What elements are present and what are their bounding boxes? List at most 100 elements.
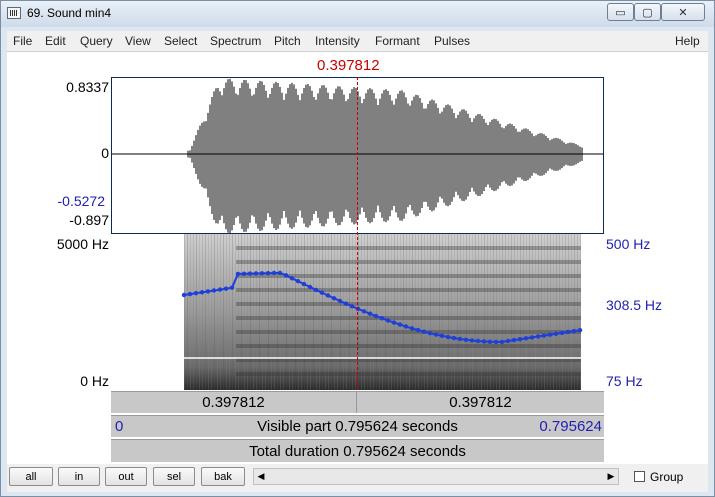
spectrogram-stripe xyxy=(349,234,350,390)
menu-edit[interactable]: Edit xyxy=(45,34,66,48)
spectrogram-stripe xyxy=(577,234,578,390)
sound-editor-window: 69. Sound min4 ▭ ▢ ✕ File Edit Query Vie… xyxy=(0,0,715,497)
pitch-point xyxy=(241,271,247,276)
time-scrollbar[interactable]: ◀ ▶ xyxy=(253,468,619,485)
spectrogram-stripe xyxy=(526,234,527,390)
spectrogram-stripe xyxy=(292,234,293,390)
spectrogram-stripe xyxy=(580,234,581,390)
menu-pulses[interactable]: Pulses xyxy=(434,34,470,48)
spectrogram-stripe xyxy=(259,234,260,390)
spectrogram-stripe xyxy=(352,234,353,390)
formant-band xyxy=(236,372,581,376)
pitch-point xyxy=(559,330,565,336)
menu-select[interactable]: Select xyxy=(164,34,197,48)
total-duration-label: Total duration 0.795624 seconds xyxy=(249,442,466,460)
selection-time-bar[interactable]: 0.397812 0.397812 xyxy=(111,391,604,413)
visible-start-value: 0 xyxy=(115,418,124,435)
spectrogram-stripe xyxy=(358,234,359,390)
visible-part-bar[interactable]: 0 Visible part 0.795624 seconds 0.795624 xyxy=(111,415,604,437)
spectrogram-stripe xyxy=(277,234,278,390)
spectrogram-stripe xyxy=(232,234,233,390)
pitch-point xyxy=(349,304,355,309)
pitch-point xyxy=(421,329,427,334)
total-duration-bar[interactable]: Total duration 0.795624 seconds xyxy=(111,439,604,462)
spectrogram-stripe xyxy=(448,234,449,390)
pitch-point xyxy=(523,336,529,341)
pitch-point xyxy=(211,288,217,293)
pitch-max-label: 500 Hz xyxy=(606,236,651,252)
pitch-point xyxy=(367,311,373,316)
spectrogram-stripe xyxy=(421,234,422,390)
spectrogram-stripe xyxy=(529,234,530,390)
spectrogram-stripe xyxy=(253,234,254,390)
menu-query[interactable]: Query xyxy=(80,34,113,48)
spectrogram-stripe xyxy=(445,234,446,390)
spectrogram-stripe xyxy=(331,234,332,390)
pitch-point xyxy=(499,339,505,345)
menu-view[interactable]: View xyxy=(125,34,151,48)
spectrogram-stripe xyxy=(565,234,566,390)
spectrogram-stripe xyxy=(322,234,323,390)
zoom-in-button[interactable]: in xyxy=(58,467,100,486)
pitch-point xyxy=(565,329,571,335)
formant-band xyxy=(236,260,581,264)
spectrogram-stripe xyxy=(244,234,245,390)
formant-band xyxy=(236,344,581,348)
zoom-all-button[interactable]: all xyxy=(9,467,53,486)
spectrogram-stripe xyxy=(454,234,455,390)
spectrogram-stripe xyxy=(460,234,461,390)
spectrogram-stripe xyxy=(265,234,266,390)
menu-file[interactable]: File xyxy=(13,34,32,48)
zoom-back-button[interactable]: bak xyxy=(201,467,245,486)
pitch-point xyxy=(391,320,397,325)
spectrogram-stripe xyxy=(241,234,242,390)
menu-help[interactable]: Help xyxy=(675,34,700,48)
group-checkbox[interactable] xyxy=(634,471,645,482)
pitch-point xyxy=(289,276,295,281)
time-left-cell[interactable]: 0.397812 xyxy=(111,392,357,413)
spectrogram-stripe xyxy=(334,234,335,390)
scroll-left-icon[interactable]: ◀ xyxy=(254,469,268,484)
menu-intensity[interactable]: Intensity xyxy=(315,34,360,48)
spectrogram-stripe xyxy=(214,234,215,390)
spectrogram-stripe xyxy=(475,234,476,390)
pitch-point xyxy=(343,301,349,306)
spectrogram-stripe xyxy=(505,234,506,390)
spectrogram-stripe xyxy=(226,234,227,390)
spectrogram-stripe xyxy=(307,234,308,390)
spectrogram-stripe xyxy=(559,234,560,390)
waveform-max-label: 0.8337 xyxy=(66,79,109,95)
minimize-button[interactable]: ▭ xyxy=(607,3,634,21)
menu-spectrum[interactable]: Spectrum xyxy=(210,34,261,48)
spectrogram-stripe xyxy=(382,234,383,390)
pitch-point xyxy=(493,339,499,345)
pitch-point xyxy=(577,328,583,333)
menu-formant[interactable]: Formant xyxy=(375,34,420,48)
spectrogram-stripe xyxy=(412,234,413,390)
scroll-right-icon[interactable]: ▶ xyxy=(604,469,618,484)
spectrogram-stripe xyxy=(418,234,419,390)
zoom-selection-button[interactable]: sel xyxy=(153,467,195,486)
spectrogram-stripe xyxy=(355,234,356,390)
pitch-point xyxy=(187,291,193,297)
pitch-point xyxy=(181,292,187,298)
pitch-point xyxy=(229,285,235,290)
pitch-point xyxy=(469,338,475,343)
spectrogram-stripe xyxy=(229,234,230,390)
spectrogram-stripe xyxy=(316,234,317,390)
zoom-out-button[interactable]: out xyxy=(105,467,147,486)
close-button[interactable]: ✕ xyxy=(661,3,705,21)
spectrogram-stripe xyxy=(487,234,488,390)
pitch-point xyxy=(427,331,433,336)
spectrogram-stripe xyxy=(394,234,395,390)
spectrogram-stripe xyxy=(481,234,482,390)
time-right-cell[interactable]: 0.397812 xyxy=(357,392,604,413)
maximize-button[interactable]: ▢ xyxy=(634,3,661,21)
pitch-point xyxy=(397,322,403,327)
cursor-time-label: 0.397812 xyxy=(317,57,380,74)
spectrogram-stripe xyxy=(523,234,524,390)
spectrogram-stripe xyxy=(478,234,479,390)
spectrogram-stripe xyxy=(415,234,416,390)
menu-pitch[interactable]: Pitch xyxy=(274,34,301,48)
spectrogram-stripe xyxy=(490,234,491,390)
